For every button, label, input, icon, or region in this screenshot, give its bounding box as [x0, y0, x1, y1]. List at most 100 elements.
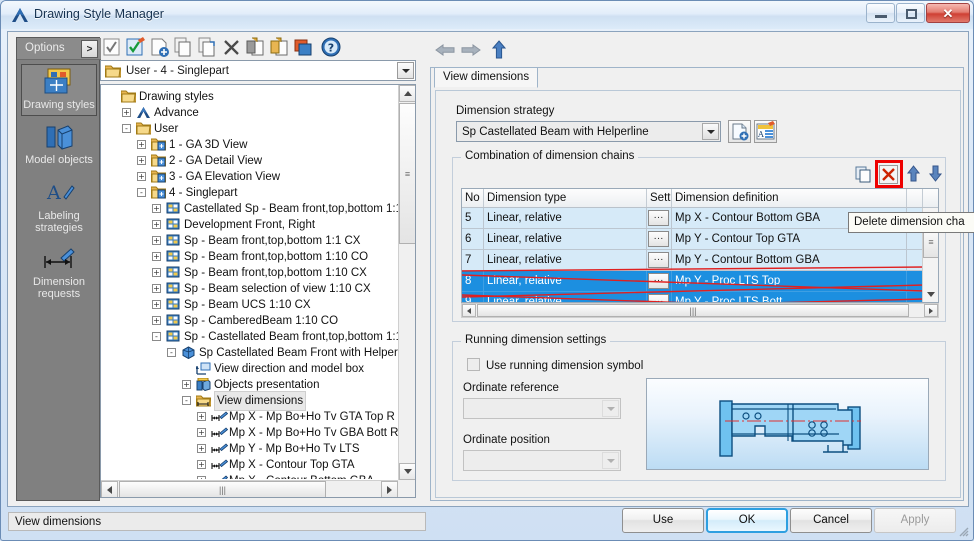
tree-expander-expand-icon[interactable]: + — [152, 236, 161, 245]
grid-cell-settings[interactable]: ··· — [647, 292, 672, 302]
tree-expander-collapse-icon[interactable]: - — [167, 348, 176, 357]
tree-expander-expand-icon[interactable]: + — [152, 268, 161, 277]
style-path-combo[interactable]: User - 4 - Singlepart — [100, 60, 416, 81]
column-header-definition[interactable]: Dimension definition — [672, 189, 907, 207]
back-arrow-icon[interactable] — [434, 41, 456, 59]
tree-horizontal-scrollbar[interactable]: ||| — [101, 480, 398, 497]
column-header-settings[interactable]: Sett — [647, 189, 672, 207]
arrow-up-icon[interactable] — [906, 165, 921, 186]
tree-expander-expand-icon[interactable]: + — [152, 300, 161, 309]
tree-expander-expand-icon[interactable]: + — [152, 252, 161, 261]
grid-cell-definition[interactable]: Mp Y - Contour Bottom GBA — [672, 250, 907, 271]
apply-button[interactable]: Apply — [874, 508, 956, 533]
grid-scroll-left-button[interactable] — [462, 304, 476, 317]
settings-ellipsis-button[interactable]: ··· — [648, 294, 669, 302]
tree-expander-expand-icon[interactable]: + — [197, 444, 206, 453]
scroll-left-button[interactable] — [101, 481, 118, 497]
new-strategy-icon[interactable] — [728, 120, 751, 143]
table-row[interactable]: 8 Linear, relative ··· Mp Y - Proc LTS Top — [462, 271, 938, 292]
tree-expander-expand-icon[interactable]: + — [152, 220, 161, 229]
column-header-extra[interactable] — [907, 189, 923, 207]
cancel-button[interactable]: Cancel — [790, 508, 872, 533]
tree-expander-collapse-icon[interactable]: - — [182, 396, 191, 405]
tree-expander-collapse-icon[interactable]: - — [137, 188, 146, 197]
sidebar-item-dimension-requests[interactable]: Dimension requests — [21, 242, 97, 304]
resize-grip[interactable] — [957, 525, 969, 537]
edit-style-icon[interactable] — [124, 36, 147, 58]
tab-view-dimensions[interactable]: View dimensions — [434, 67, 539, 88]
grid-cell-no[interactable]: 7 — [462, 250, 484, 271]
tree-expander-expand-icon[interactable]: + — [137, 140, 146, 149]
drawing-styles-tree[interactable]: Drawing styles + Advance - User +1 - GA 3D Vi… — [100, 84, 416, 498]
tree-node[interactable]: + Mp X - Contour Bottom GBA — [101, 472, 399, 479]
ok-button[interactable]: OK — [706, 508, 788, 533]
settings-ellipsis-button[interactable]: ··· — [648, 231, 669, 247]
check-style-icon[interactable] — [100, 36, 123, 58]
grid-cell-no[interactable]: 8 — [462, 271, 484, 292]
grid-cell-type[interactable]: Linear, relative — [484, 208, 647, 229]
tree-expander-expand-icon[interactable]: + — [197, 428, 206, 437]
grid-cell-definition[interactable]: Mp Y - Proc LTS Bott — [672, 292, 907, 302]
up-arrow-icon[interactable] — [490, 39, 508, 61]
tree-expander-expand-icon[interactable]: + — [137, 172, 146, 181]
grid-cell-no[interactable]: 6 — [462, 229, 484, 250]
tree-vertical-scrollbar[interactable]: ≡ — [398, 85, 415, 480]
scroll-down-button[interactable] — [399, 463, 415, 480]
refresh-style-icon[interactable] — [292, 36, 315, 58]
grid-cell-settings[interactable]: ··· — [647, 208, 672, 229]
tree-expander-expand-icon[interactable]: + — [152, 316, 161, 325]
use-running-dimension-symbol-checkbox[interactable] — [467, 358, 480, 371]
grid-cell-definition[interactable]: Mp Y - Proc LTS Top — [672, 271, 907, 292]
help-icon[interactable]: ? — [320, 36, 343, 58]
grid-cell-settings[interactable]: ··· — [647, 271, 672, 292]
use-button[interactable]: Use — [622, 508, 704, 533]
ordinate-reference-dropdown-button[interactable] — [602, 400, 619, 417]
scroll-right-button[interactable] — [381, 481, 398, 497]
table-row[interactable]: 9 Linear, relative ··· Mp Y - Proc LTS Bott — [462, 292, 938, 302]
tree-expander-expand-icon[interactable]: + — [152, 204, 161, 213]
grid-cell-type[interactable]: Linear, relative — [484, 271, 647, 292]
sidebar-item-drawing-styles[interactable]: Drawing styles — [21, 64, 97, 116]
delete-dimension-chain-button[interactable] — [879, 165, 898, 187]
grid-cell-no[interactable]: 9 — [462, 292, 484, 302]
export-style-icon[interactable] — [268, 36, 291, 58]
minimize-button[interactable] — [866, 3, 895, 23]
grid-cell-type[interactable]: Linear, relative — [484, 229, 647, 250]
ordinate-position-dropdown-button[interactable] — [602, 452, 619, 469]
edit-strategy-icon[interactable]: A — [754, 120, 777, 143]
grid-scroll-down-button[interactable] — [923, 286, 938, 302]
new-style-icon[interactable] — [148, 36, 171, 58]
dimension-strategy-combo[interactable]: Sp Castellated Beam with Helperline — [456, 121, 721, 142]
grid-cell-type[interactable]: Linear, relative — [484, 292, 647, 302]
copy-dimension-chain-button[interactable] — [854, 165, 873, 187]
delete-style-icon[interactable] — [220, 36, 243, 58]
grid-cell-type[interactable]: Linear, relative — [484, 250, 647, 271]
tree-expander-expand-icon[interactable]: + — [182, 380, 191, 389]
table-row[interactable]: 7 Linear, relative ··· Mp Y - Contour Botto… — [462, 250, 938, 271]
tree-expander-expand-icon[interactable]: + — [137, 156, 146, 165]
forward-arrow-icon[interactable] — [460, 41, 482, 59]
grid-cell-settings[interactable]: ··· — [647, 229, 672, 250]
maximize-button[interactable] — [896, 3, 925, 23]
import-style-icon[interactable] — [244, 36, 267, 58]
grid-cell-settings[interactable]: ··· — [647, 250, 672, 271]
style-path-dropdown-button[interactable] — [397, 62, 414, 79]
grid-cell-no[interactable]: 5 — [462, 208, 484, 229]
ordinate-position-combo[interactable] — [463, 450, 621, 471]
copy-style-icon[interactable] — [172, 36, 195, 58]
scroll-up-button[interactable] — [399, 85, 415, 102]
ordinate-reference-combo[interactable] — [463, 398, 621, 419]
grid-horizontal-scrollbar[interactable]: ||| — [461, 303, 939, 318]
column-header-type[interactable]: Dimension type — [484, 189, 647, 207]
tree-expander-collapse-icon[interactable]: - — [122, 124, 131, 133]
tree-scroll-thumb[interactable]: ≡ — [399, 103, 415, 244]
dimension-strategy-dropdown-button[interactable] — [702, 123, 719, 140]
tree-expander-collapse-icon[interactable]: - — [152, 332, 161, 341]
settings-ellipsis-button[interactable]: ··· — [648, 252, 669, 268]
tree-expander-expand-icon[interactable]: + — [197, 460, 206, 469]
tree-expander-expand-icon[interactable]: + — [197, 476, 206, 479]
tree-expander-expand-icon[interactable]: + — [197, 412, 206, 421]
sidebar-item-labeling-strategies[interactable]: A Labeling strategies — [21, 176, 97, 238]
close-button[interactable]: ✕ — [926, 3, 970, 23]
settings-ellipsis-button[interactable]: ··· — [648, 210, 669, 226]
